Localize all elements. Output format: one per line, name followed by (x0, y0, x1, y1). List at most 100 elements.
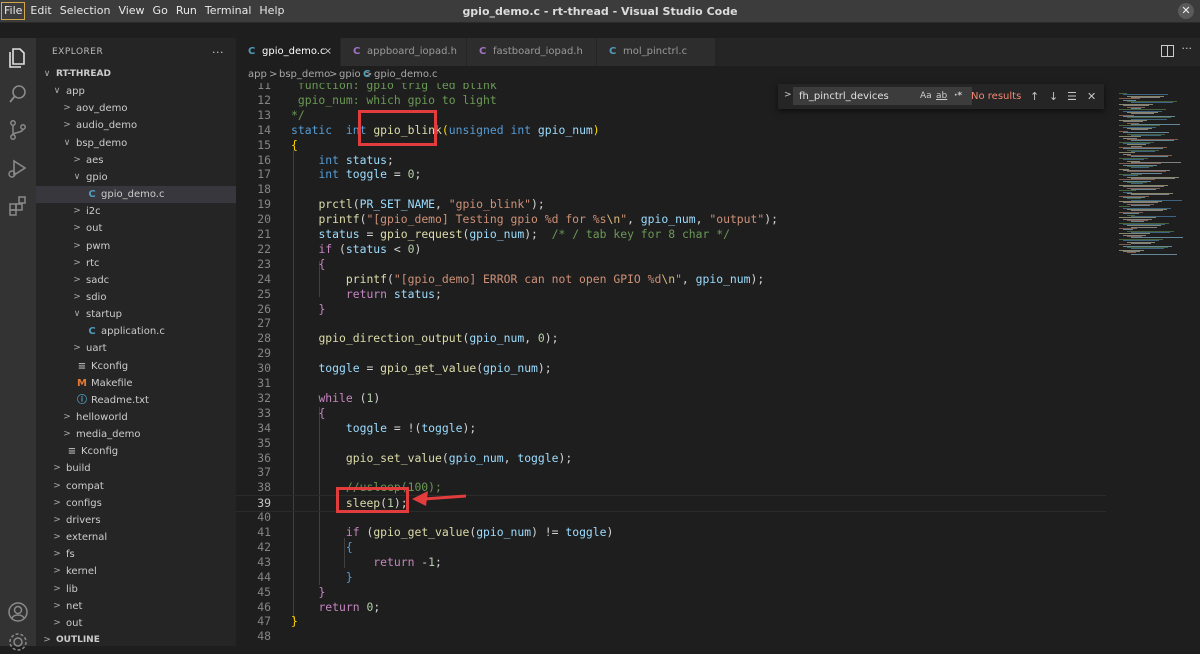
menu-view[interactable]: View (115, 3, 147, 19)
close-find-icon[interactable]: ✕ (1087, 84, 1096, 109)
code-line: 27 (236, 316, 1106, 331)
line-number: 37 (257, 465, 271, 480)
tree-folder[interactable]: > fs (36, 546, 236, 563)
breadcrumb-item[interactable]: gpio (339, 66, 361, 83)
tree-folder[interactable]: > build (36, 460, 236, 477)
tree-folder[interactable]: > pwm (36, 238, 236, 255)
code-token: gpio_num (448, 450, 504, 465)
breadcrumb-item[interactable]: bsp_demo (279, 66, 330, 83)
minimap[interactable] (1115, 83, 1195, 283)
account-icon[interactable] (6, 600, 30, 624)
menu-run[interactable]: Run (173, 3, 200, 19)
menu-go[interactable]: Go (150, 3, 171, 19)
code-token: status (318, 227, 360, 241)
explorer-icon[interactable] (6, 46, 30, 70)
tree-file[interactable]: ≡ Kconfig (36, 358, 236, 375)
tab-label: mol_pinctrl.c (623, 46, 688, 57)
tree-folder[interactable]: > drivers (36, 512, 236, 529)
tab-close-icon[interactable]: × (324, 38, 332, 66)
tree-folder[interactable]: > compat (36, 478, 236, 495)
tree-folder[interactable]: ∨ startup (36, 306, 236, 323)
tree-file[interactable]: Cgpio_demo.c (36, 186, 236, 204)
tree-folder[interactable]: > out (36, 615, 236, 632)
tree-folder[interactable]: ∨ bsp_demo (36, 135, 236, 152)
line-number: 25 (257, 286, 271, 301)
tree-folder[interactable]: > configs (36, 495, 236, 512)
breadcrumb-item[interactable]: app (248, 66, 267, 83)
explorer-more-icon[interactable]: ··· (212, 46, 224, 59)
tab-mol-pinctrl-c[interactable]: Cmol_pinctrl.c (597, 38, 716, 66)
tree-folder[interactable]: > uart (36, 340, 236, 357)
code-token: toggle (345, 167, 388, 182)
tree-folder[interactable]: > media_demo (36, 426, 236, 443)
code-token: toggle (318, 361, 360, 376)
tree-folder[interactable]: > sadc (36, 272, 236, 289)
code-token: gpio_set_value (345, 450, 442, 465)
line-number: 47 (257, 614, 271, 629)
menu-terminal[interactable]: Terminal (202, 3, 255, 19)
tab-gpio-demo-c[interactable]: Cgpio_demo.c × (236, 38, 341, 66)
tree-folder[interactable]: > external (36, 529, 236, 546)
tree-folder[interactable]: ∨ gpio (36, 169, 236, 186)
header-file-icon: C (479, 46, 487, 57)
extensions-icon[interactable] (6, 194, 30, 218)
match-whole-word-icon[interactable]: ab (936, 88, 947, 105)
tree-folder[interactable]: > i2c (36, 203, 236, 220)
search-icon[interactable] (6, 82, 30, 106)
split-editor-icon[interactable] (1161, 45, 1174, 57)
next-match-icon[interactable]: ↓ (1049, 84, 1058, 109)
breadcrumb-item[interactable]: gpio_demo.c (374, 66, 437, 83)
code-token: ); (537, 361, 552, 376)
tree-folder[interactable]: > sdio (36, 289, 236, 306)
code-token: PR_SET_NAME (359, 197, 436, 212)
code-token: gpio_num (469, 331, 525, 346)
tree-folder[interactable]: > out (36, 220, 236, 237)
match-case-icon[interactable]: Aa (920, 88, 932, 105)
settings-gear-icon[interactable] (6, 630, 30, 654)
code-editor[interactable]: 11 function: gpio trig led blink 12 gpio_… (236, 83, 1200, 646)
menu-selection[interactable]: Selection (57, 3, 114, 19)
code-token: while (318, 390, 353, 405)
menu-help[interactable]: Help (256, 3, 287, 19)
tree-file[interactable]: M Makefile (36, 375, 236, 392)
code-token: } (291, 614, 298, 629)
code-text: function: gpio trig led blink (291, 83, 497, 93)
tree-folder[interactable]: > OUTLINE (36, 632, 236, 649)
menu-file[interactable]: File (1, 2, 26, 20)
code-text: } (291, 570, 353, 585)
previous-match-icon[interactable]: ↑ (1030, 84, 1039, 109)
run-debug-icon[interactable] (6, 156, 30, 180)
code-line: 36 gpio_set_value(gpio_num, toggle); (236, 451, 1106, 466)
tree-file[interactable]: ⓘ Readme.txt (36, 392, 236, 409)
toggle-replace-chevron-icon[interactable]: > (784, 90, 792, 100)
tree-folder[interactable]: > helloworld (36, 409, 236, 426)
tree-folder[interactable]: > aov_demo (36, 100, 236, 117)
tab-appboard-iopad-h[interactable]: Cappboard_iopad.h (341, 38, 467, 66)
source-control-icon[interactable] (6, 118, 30, 142)
code-token: } (318, 584, 326, 599)
tree-folder[interactable]: > net (36, 598, 236, 615)
editor-more-icon[interactable]: ··· (1182, 42, 1193, 55)
tree-folder[interactable]: > audio_demo (36, 117, 236, 134)
tree-item-label: Makefile (91, 377, 133, 389)
tree-folder[interactable]: ∨ RT-THREAD (36, 66, 236, 83)
menu-edit[interactable]: Edit (27, 3, 54, 19)
tree-folder[interactable]: > lib (36, 581, 236, 598)
tree-folder[interactable]: > rtc (36, 255, 236, 272)
window-close-icon[interactable]: ✕ (1178, 3, 1194, 19)
use-regex-icon[interactable]: ·* (954, 88, 962, 105)
tree-file[interactable]: ≡ Kconfig (36, 443, 236, 460)
code-token: = (387, 167, 408, 182)
find-input[interactable]: fh_pinctrl_devices Aa ab ·* (793, 87, 972, 105)
tab-fastboard-iopad-h[interactable]: Cfastboard_iopad.h (467, 38, 597, 66)
code-token: = (359, 361, 381, 376)
tree-folder[interactable]: > kernel (36, 563, 236, 580)
tree-folder[interactable]: ∨ app (36, 83, 236, 100)
find-in-selection-icon[interactable]: ☰ (1067, 84, 1077, 109)
tree-file[interactable]: Capplication.c (36, 323, 236, 340)
tree-folder[interactable]: > aes (36, 152, 236, 169)
minimap-line (1131, 242, 1151, 244)
chevron-icon: > (53, 566, 61, 577)
tree-item-label: out (66, 617, 83, 629)
